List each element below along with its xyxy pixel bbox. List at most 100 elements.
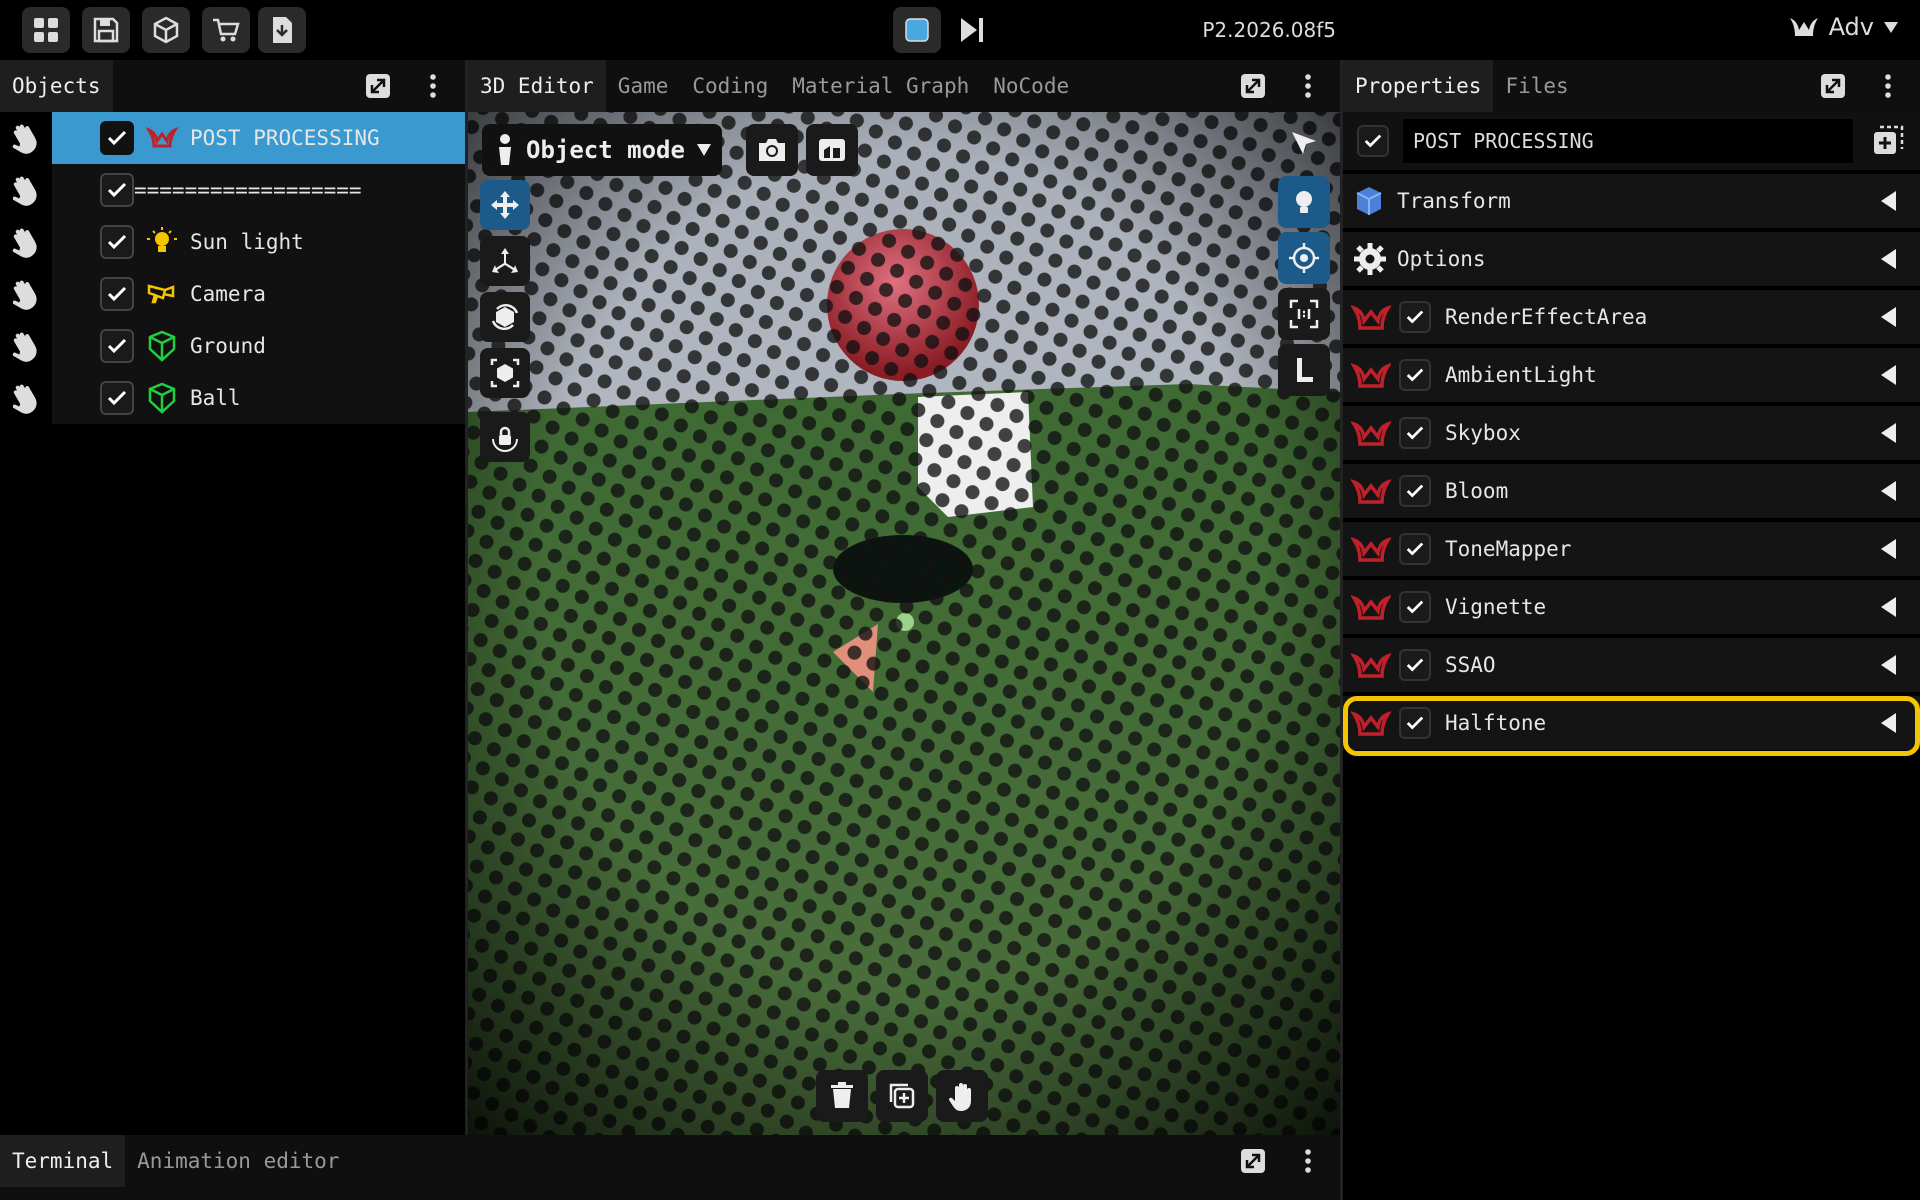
- delete-button[interactable]: [816, 1070, 868, 1122]
- tab-material-graph[interactable]: Material Graph: [780, 60, 981, 112]
- visibility-checkbox[interactable]: [100, 173, 134, 207]
- object-row-ball[interactable]: Ball: [52, 372, 465, 424]
- chevron-down-icon: [696, 144, 711, 156]
- hand-icon[interactable]: [8, 224, 44, 260]
- hand-icon[interactable]: [8, 120, 44, 156]
- object-row-camera[interactable]: Camera: [52, 268, 465, 320]
- properties-header: Properties Files: [1343, 60, 1920, 112]
- save-button[interactable]: [82, 7, 130, 53]
- expand-button[interactable]: [362, 70, 394, 102]
- grid-icon: [34, 18, 58, 42]
- effect-row-skybox[interactable]: Skybox: [1343, 406, 1920, 460]
- duplicate-button[interactable]: [876, 1070, 928, 1122]
- hand-icon[interactable]: [8, 328, 44, 364]
- bottom-menu-button[interactable]: [1292, 1145, 1324, 1177]
- mode-dropdown[interactable]: Object mode: [482, 124, 722, 176]
- visibility-checkbox[interactable]: [100, 381, 134, 415]
- object-enabled-checkbox[interactable]: [1357, 125, 1389, 157]
- object-row-sun-light[interactable]: Sun light: [52, 216, 465, 268]
- visibility-checkbox[interactable]: [100, 121, 134, 155]
- tab-animation-editor[interactable]: Animation editor: [125, 1135, 351, 1187]
- effect-label: Vignette: [1445, 595, 1547, 619]
- focus-toggle[interactable]: [1278, 232, 1330, 284]
- tab-3d-editor[interactable]: 3D Editor: [468, 60, 606, 112]
- check-icon: [107, 338, 127, 354]
- scale-tool[interactable]: [480, 236, 530, 286]
- lock-rotation-tool[interactable]: [480, 412, 530, 462]
- visibility-checkbox[interactable]: [100, 329, 134, 363]
- check-icon: [1406, 658, 1424, 672]
- objects-menu-button[interactable]: [417, 70, 449, 102]
- effect-enabled-checkbox[interactable]: [1399, 417, 1431, 449]
- tab-files[interactable]: Files: [1493, 60, 1580, 112]
- grid-button[interactable]: [22, 7, 70, 53]
- effect-row-tone-mapper[interactable]: ToneMapper: [1343, 522, 1920, 576]
- hand-icon[interactable]: [8, 380, 44, 416]
- post-processing-icon: [146, 122, 178, 154]
- rotate-tool[interactable]: [480, 292, 530, 342]
- step-forward-button[interactable]: [948, 7, 996, 53]
- stop-button[interactable]: [893, 7, 941, 53]
- expand-button[interactable]: [1817, 70, 1849, 102]
- visibility-checkbox[interactable]: [100, 225, 134, 259]
- local-space-toggle[interactable]: [1278, 344, 1330, 396]
- effect-row-ssao[interactable]: SSAO: [1343, 638, 1920, 692]
- tab-game[interactable]: Game: [606, 60, 681, 112]
- check-icon: [107, 234, 127, 250]
- screenshot-button[interactable]: [746, 124, 798, 176]
- camera-icon: [759, 139, 785, 161]
- effect-row-ambient-light[interactable]: AmbientLight: [1343, 348, 1920, 402]
- object-row-post-processing[interactable]: POST PROCESSING: [52, 112, 465, 164]
- visibility-checkbox[interactable]: [100, 277, 134, 311]
- effect-enabled-checkbox[interactable]: [1399, 591, 1431, 623]
- user-menu[interactable]: Adv: [1787, 10, 1900, 44]
- tab-coding[interactable]: Coding: [680, 60, 780, 112]
- mode-label: Object mode: [526, 136, 685, 164]
- editor-menu-button[interactable]: [1292, 70, 1324, 102]
- grab-button[interactable]: [936, 1070, 988, 1122]
- expand-button[interactable]: [1237, 70, 1269, 102]
- expand-icon: [1241, 1149, 1265, 1173]
- effect-enabled-checkbox[interactable]: [1399, 533, 1431, 565]
- select-tool[interactable]: [1278, 118, 1330, 170]
- objects-panel: POST PROCESSING ================== Sun l…: [0, 112, 465, 1135]
- section-options[interactable]: Options: [1343, 232, 1920, 286]
- tab-objects[interactable]: Objects: [0, 60, 113, 112]
- expand-icon: [1821, 74, 1845, 98]
- effect-label: RenderEffectArea: [1445, 305, 1648, 329]
- hand-icon[interactable]: [8, 172, 44, 208]
- move-tool[interactable]: [480, 180, 530, 230]
- expand-button[interactable]: [1237, 1145, 1269, 1177]
- object-label: Ground: [190, 334, 266, 358]
- add-component-icon[interactable]: [1871, 124, 1905, 158]
- effect-enabled-checkbox[interactable]: [1399, 649, 1431, 681]
- properties-menu-button[interactable]: [1872, 70, 1904, 102]
- object-name-input[interactable]: POST PROCESSING: [1403, 119, 1853, 163]
- object-row-ground[interactable]: Ground: [52, 320, 465, 372]
- user-label: Adv: [1828, 13, 1874, 41]
- effect-enabled-checkbox[interactable]: [1399, 301, 1431, 333]
- object-row-separator[interactable]: ==================: [52, 164, 465, 216]
- effect-row-render-effect-area[interactable]: RenderEffectArea: [1343, 290, 1920, 344]
- view-layout-button[interactable]: [806, 124, 858, 176]
- export-button[interactable]: [258, 7, 306, 53]
- cursor-icon: [1292, 132, 1316, 154]
- cube-button[interactable]: [142, 7, 190, 53]
- check-icon: [1406, 484, 1424, 498]
- hand-icon[interactable]: [8, 276, 44, 312]
- effect-row-vignette[interactable]: Vignette: [1343, 580, 1920, 634]
- lighting-toggle[interactable]: [1278, 176, 1330, 228]
- store-button[interactable]: [202, 7, 250, 53]
- tab-terminal[interactable]: Terminal: [0, 1135, 126, 1187]
- section-transform[interactable]: Transform: [1343, 174, 1920, 228]
- collapse-arrow-icon: [1881, 597, 1896, 617]
- 3d-viewport[interactable]: Object mode: [468, 112, 1340, 1135]
- effect-enabled-checkbox[interactable]: [1399, 475, 1431, 507]
- effect-enabled-checkbox[interactable]: [1399, 359, 1431, 391]
- effect-row-bloom[interactable]: Bloom: [1343, 464, 1920, 518]
- fit-view-button[interactable]: [1278, 288, 1330, 340]
- tab-nocode[interactable]: NoCode: [981, 60, 1081, 112]
- tab-properties[interactable]: Properties: [1343, 60, 1494, 112]
- more-vertical-icon: [430, 74, 436, 98]
- transform-tool[interactable]: [480, 348, 530, 398]
